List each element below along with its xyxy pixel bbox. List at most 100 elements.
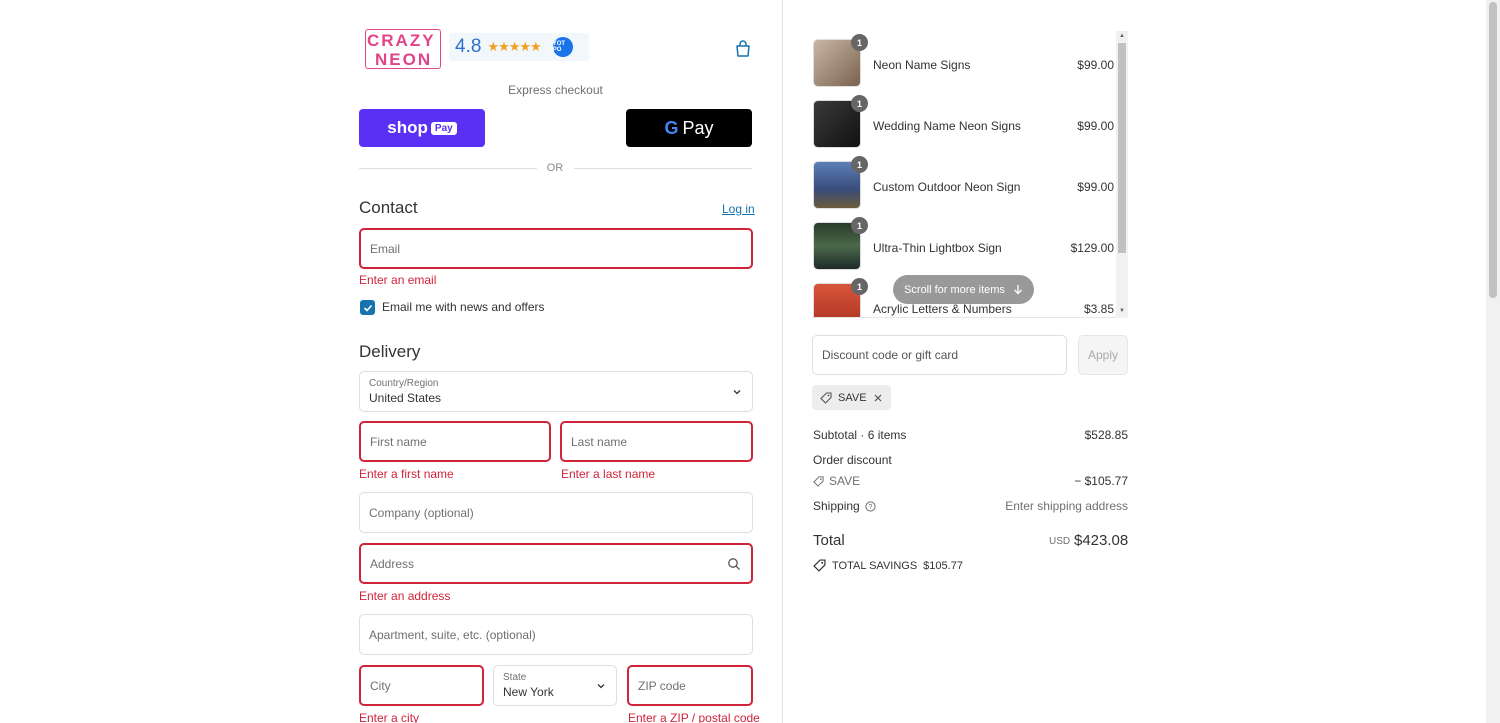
shop-pay-wordmark: shop — [387, 118, 428, 137]
city-error: Enter a city — [359, 711, 420, 723]
first-name-field[interactable]: First name — [359, 421, 551, 462]
shipping-row: Shipping ? Enter shipping address — [813, 499, 1128, 513]
chevron-down-icon — [733, 389, 741, 394]
subtotal-label: Subtotal · 6 items — [813, 428, 907, 442]
item-price: $129.00 — [1070, 241, 1114, 255]
quantity-badge: 1 — [851, 156, 868, 173]
total-savings-label: TOTAL SAVINGS — [832, 559, 918, 572]
total-savings-row: TOTAL SAVINGS $105.77 — [813, 559, 963, 572]
item-name: Ultra-Thin Lightbox Sign — [873, 241, 1002, 255]
state-label: State — [503, 672, 527, 683]
scroll-up-arrow-icon[interactable]: ▲ — [1119, 33, 1125, 39]
city-field[interactable]: City — [359, 665, 484, 706]
country-label: Country/Region — [369, 378, 439, 389]
item-name: Neon Name Signs — [873, 58, 971, 72]
or-divider-left — [359, 168, 537, 169]
item-price: $99.00 — [1077, 180, 1114, 194]
discount-code-field[interactable]: Discount code or gift card — [812, 335, 1067, 375]
quantity-badge: 1 — [851, 34, 868, 51]
logo-line2: NEON — [375, 50, 433, 69]
scroll-for-more-button[interactable]: Scroll for more items — [893, 275, 1034, 304]
address-placeholder: Address — [370, 556, 415, 571]
address-field[interactable]: Address — [359, 543, 753, 584]
item-name: Wedding Name Neon Signs — [873, 119, 1021, 133]
company-placeholder: Company (optional) — [369, 505, 474, 520]
arrow-down-icon — [1013, 285, 1022, 295]
login-link[interactable]: Log in — [722, 202, 755, 216]
order-discount-row: Order discount — [813, 453, 1128, 467]
rating-widget: 4.8 ★★★★★ YOT PO — [449, 33, 589, 61]
cart-item: 1 Ultra-Thin Lightbox Sign $129.00 — [812, 217, 1128, 270]
checkmark-icon — [363, 304, 372, 312]
cart-item: 1 Neon Name Signs $99.00 — [812, 34, 1128, 87]
newsletter-checkbox[interactable] — [360, 300, 375, 315]
rating-stars: ★★★★★ — [487, 39, 541, 54]
google-pay-label: Pay — [682, 117, 714, 138]
last-name-error: Enter a last name — [561, 467, 656, 481]
apartment-field[interactable]: Apartment, suite, etc. (optional) — [359, 614, 753, 655]
order-discount-label: Order discount — [813, 453, 892, 467]
quantity-badge: 1 — [851, 278, 868, 295]
total-label: Total — [813, 532, 845, 549]
shipping-label: Shipping — [813, 499, 860, 513]
help-icon[interactable]: ? — [865, 500, 876, 512]
apply-discount-button[interactable]: Apply — [1078, 335, 1128, 375]
discount-code-detail: SAVE — [813, 474, 860, 488]
tag-icon — [820, 391, 832, 404]
company-field[interactable]: Company (optional) — [359, 492, 753, 533]
shopping-bag-icon[interactable] — [734, 40, 752, 58]
svg-text:?: ? — [868, 504, 872, 511]
discount-value: − $105.77 — [1074, 474, 1128, 488]
cart-items-scrollbar[interactable]: ▲ ▼ — [1116, 31, 1128, 318]
discount-placeholder: Discount code or gift card — [822, 348, 959, 362]
country-select[interactable]: Country/Region United States — [359, 371, 753, 412]
cart-item: 1 Wedding Name Neon Signs $99.00 — [812, 95, 1128, 148]
total-savings-value: $105.77 — [923, 559, 963, 572]
google-pay-button[interactable]: G Pay — [626, 109, 752, 147]
scroll-down-arrow-icon[interactable]: ▼ — [1119, 308, 1125, 314]
shop-pay-pay-badge: Pay — [430, 121, 457, 135]
applied-discount-chip: SAVE — [812, 385, 891, 410]
subtotal-value: $528.85 — [1084, 428, 1128, 442]
zip-placeholder: ZIP code — [638, 678, 686, 693]
shipping-value: Enter shipping address — [1005, 499, 1128, 513]
address-error: Enter an address — [359, 589, 451, 603]
google-g-icon: G — [664, 117, 679, 138]
email-placeholder: Email — [370, 241, 401, 256]
item-price: $99.00 — [1077, 119, 1114, 133]
contact-heading: Contact — [359, 198, 418, 217]
checkout-page: CRAZY NEON 4.8 ★★★★★ YOT PO Express chec… — [0, 0, 1500, 723]
scrollbar-thumb[interactable] — [1118, 43, 1126, 253]
country-value: United States — [369, 391, 442, 405]
page-scrollbar-thumb[interactable] — [1489, 2, 1497, 298]
rating-value: 4.8 — [455, 36, 482, 57]
logo-line1: CRAZY — [367, 31, 436, 50]
chevron-down-icon — [597, 683, 605, 688]
zip-field[interactable]: ZIP code — [627, 665, 753, 706]
state-select[interactable]: State New York — [493, 665, 617, 706]
email-error: Enter an email — [359, 273, 437, 287]
delivery-heading: Delivery — [359, 342, 421, 361]
close-icon[interactable] — [873, 393, 883, 403]
city-placeholder: City — [370, 678, 391, 693]
subtotal-row: Subtotal · 6 items $528.85 — [813, 428, 1128, 442]
scroll-hint-label: Scroll for more items — [904, 283, 1005, 296]
shop-pay-button[interactable]: shop Pay — [359, 109, 485, 147]
apartment-placeholder: Apartment, suite, etc. (optional) — [369, 627, 536, 642]
page-scrollbar[interactable] — [1486, 0, 1500, 723]
search-icon — [728, 557, 740, 570]
applied-discount-code: SAVE — [838, 391, 867, 404]
crazy-neon-logo[interactable]: CRAZY NEON — [365, 29, 441, 69]
cart-item: 1 Custom Outdoor Neon Sign $99.00 — [812, 156, 1128, 209]
last-name-field[interactable]: Last name — [560, 421, 753, 462]
item-name: Custom Outdoor Neon Sign — [873, 180, 1021, 194]
total-value: $423.08 — [1074, 532, 1129, 549]
express-checkout-label: Express checkout — [508, 83, 603, 97]
state-value: New York — [503, 685, 554, 699]
email-field[interactable]: Email — [359, 228, 753, 269]
yotpo-badge-icon: YOT PO — [552, 37, 573, 57]
first-name-placeholder: First name — [370, 434, 427, 449]
total-currency: USD — [1049, 536, 1071, 547]
quantity-badge: 1 — [851, 95, 868, 112]
item-name: Acrylic Letters & Numbers — [873, 302, 1012, 316]
